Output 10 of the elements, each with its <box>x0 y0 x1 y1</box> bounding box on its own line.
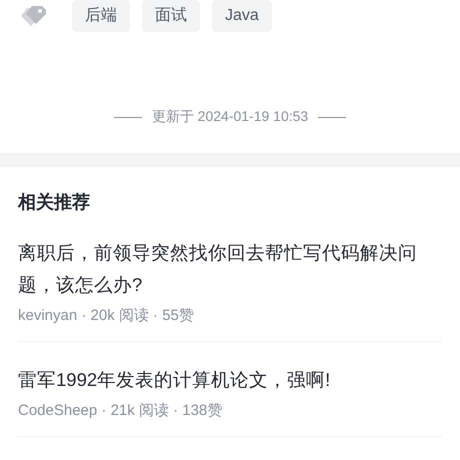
tag-icon <box>20 6 46 26</box>
article-meta: CodeSheep · 21k 阅读 · 138赞 <box>18 401 224 421</box>
updated-time: 更新于 2024-01-19 10:53 <box>152 108 308 126</box>
tag[interactable]: 后端 <box>72 0 130 32</box>
article-meta: kevinyan · 20k 阅读 · 55赞 <box>18 306 195 326</box>
section-title: 相关推荐 <box>18 191 91 214</box>
tag[interactable]: 面试 <box>142 0 200 32</box>
article-title[interactable]: 雷军1992年发表的计算机论文，强啊! <box>18 364 442 396</box>
tag[interactable]: Java <box>212 0 272 32</box>
article-title[interactable]: 离职后，前领导突然找你回去帮忙写代码解决问题，该怎么办? <box>18 237 442 301</box>
